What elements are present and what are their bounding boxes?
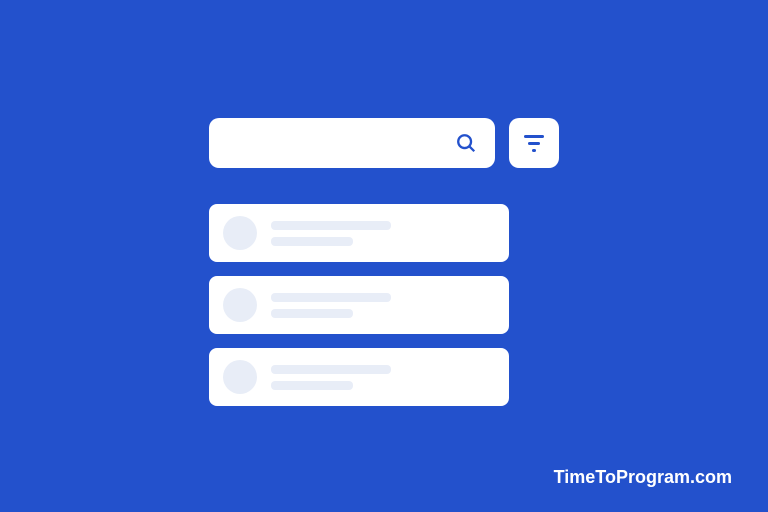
search-input[interactable] [227,135,455,152]
filter-icon [524,135,544,152]
search-icon[interactable] [455,132,477,154]
list-item-text [271,365,391,390]
avatar [223,360,257,394]
list-item-text [271,293,391,318]
placeholder-line [271,221,391,230]
placeholder-line [271,237,353,246]
results-list [209,204,509,406]
list-item[interactable] [209,204,509,262]
list-item-text [271,221,391,246]
watermark-text: TimeToProgram.com [554,467,732,488]
placeholder-line [271,365,391,374]
placeholder-line [271,309,353,318]
avatar [223,216,257,250]
filter-button[interactable] [509,118,559,168]
search-box[interactable] [209,118,495,168]
list-item[interactable] [209,276,509,334]
placeholder-line [271,381,353,390]
placeholder-line [271,293,391,302]
list-item[interactable] [209,348,509,406]
avatar [223,288,257,322]
search-widget [209,118,559,406]
search-row [209,118,559,168]
